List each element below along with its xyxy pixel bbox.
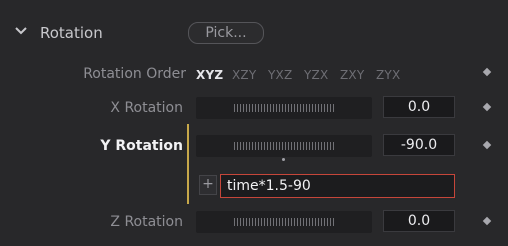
y-rotation-label: Y Rotation xyxy=(100,138,183,154)
rotation-section-header[interactable]: Rotation Pick... xyxy=(0,0,508,46)
y-rotation-slider[interactable] xyxy=(196,135,372,157)
pick-button[interactable]: Pick... xyxy=(188,22,264,44)
add-expression-button[interactable]: + xyxy=(199,175,217,195)
y-rotation-value[interactable]: -90.0 xyxy=(383,134,455,156)
slider-ticks xyxy=(234,218,334,226)
rotation-order-option-yxz[interactable]: YXZ xyxy=(268,68,292,82)
keyframe-diamond-icon[interactable] xyxy=(482,216,492,226)
x-rotation-value[interactable]: 0.0 xyxy=(383,96,455,118)
x-rotation-label: X Rotation xyxy=(110,100,183,116)
inspector-panel: Rotation Pick... Rotation Order XYZ XZY … xyxy=(0,0,508,246)
slider-ticks xyxy=(234,142,334,150)
y-rotation-expression-field[interactable] xyxy=(220,174,455,198)
rotation-order-option-xzy[interactable]: XZY xyxy=(232,68,256,82)
rotation-order-option-yzx[interactable]: YZX xyxy=(304,68,328,82)
section-title: Rotation xyxy=(40,24,103,42)
rotation-order-option-xyz[interactable]: XYZ xyxy=(196,68,223,82)
x-rotation-slider[interactable] xyxy=(196,97,372,119)
slider-ticks xyxy=(234,104,334,112)
rotation-order-option-zyx[interactable]: ZYX xyxy=(376,68,400,82)
z-rotation-slider[interactable] xyxy=(196,211,372,233)
keyframe-diamond-icon[interactable] xyxy=(482,102,492,112)
chevron-down-icon[interactable] xyxy=(14,26,28,36)
keyframe-diamond-icon[interactable] xyxy=(482,67,492,77)
rotation-order-label: Rotation Order xyxy=(83,66,186,82)
z-rotation-value[interactable]: 0.0 xyxy=(383,210,455,232)
expression-marker xyxy=(187,124,189,204)
keyframe-diamond-icon[interactable] xyxy=(482,140,492,150)
rotation-order-option-zxy[interactable]: ZXY xyxy=(340,68,364,82)
slider-center-dot xyxy=(282,158,285,161)
z-rotation-label: Z Rotation xyxy=(110,214,183,230)
